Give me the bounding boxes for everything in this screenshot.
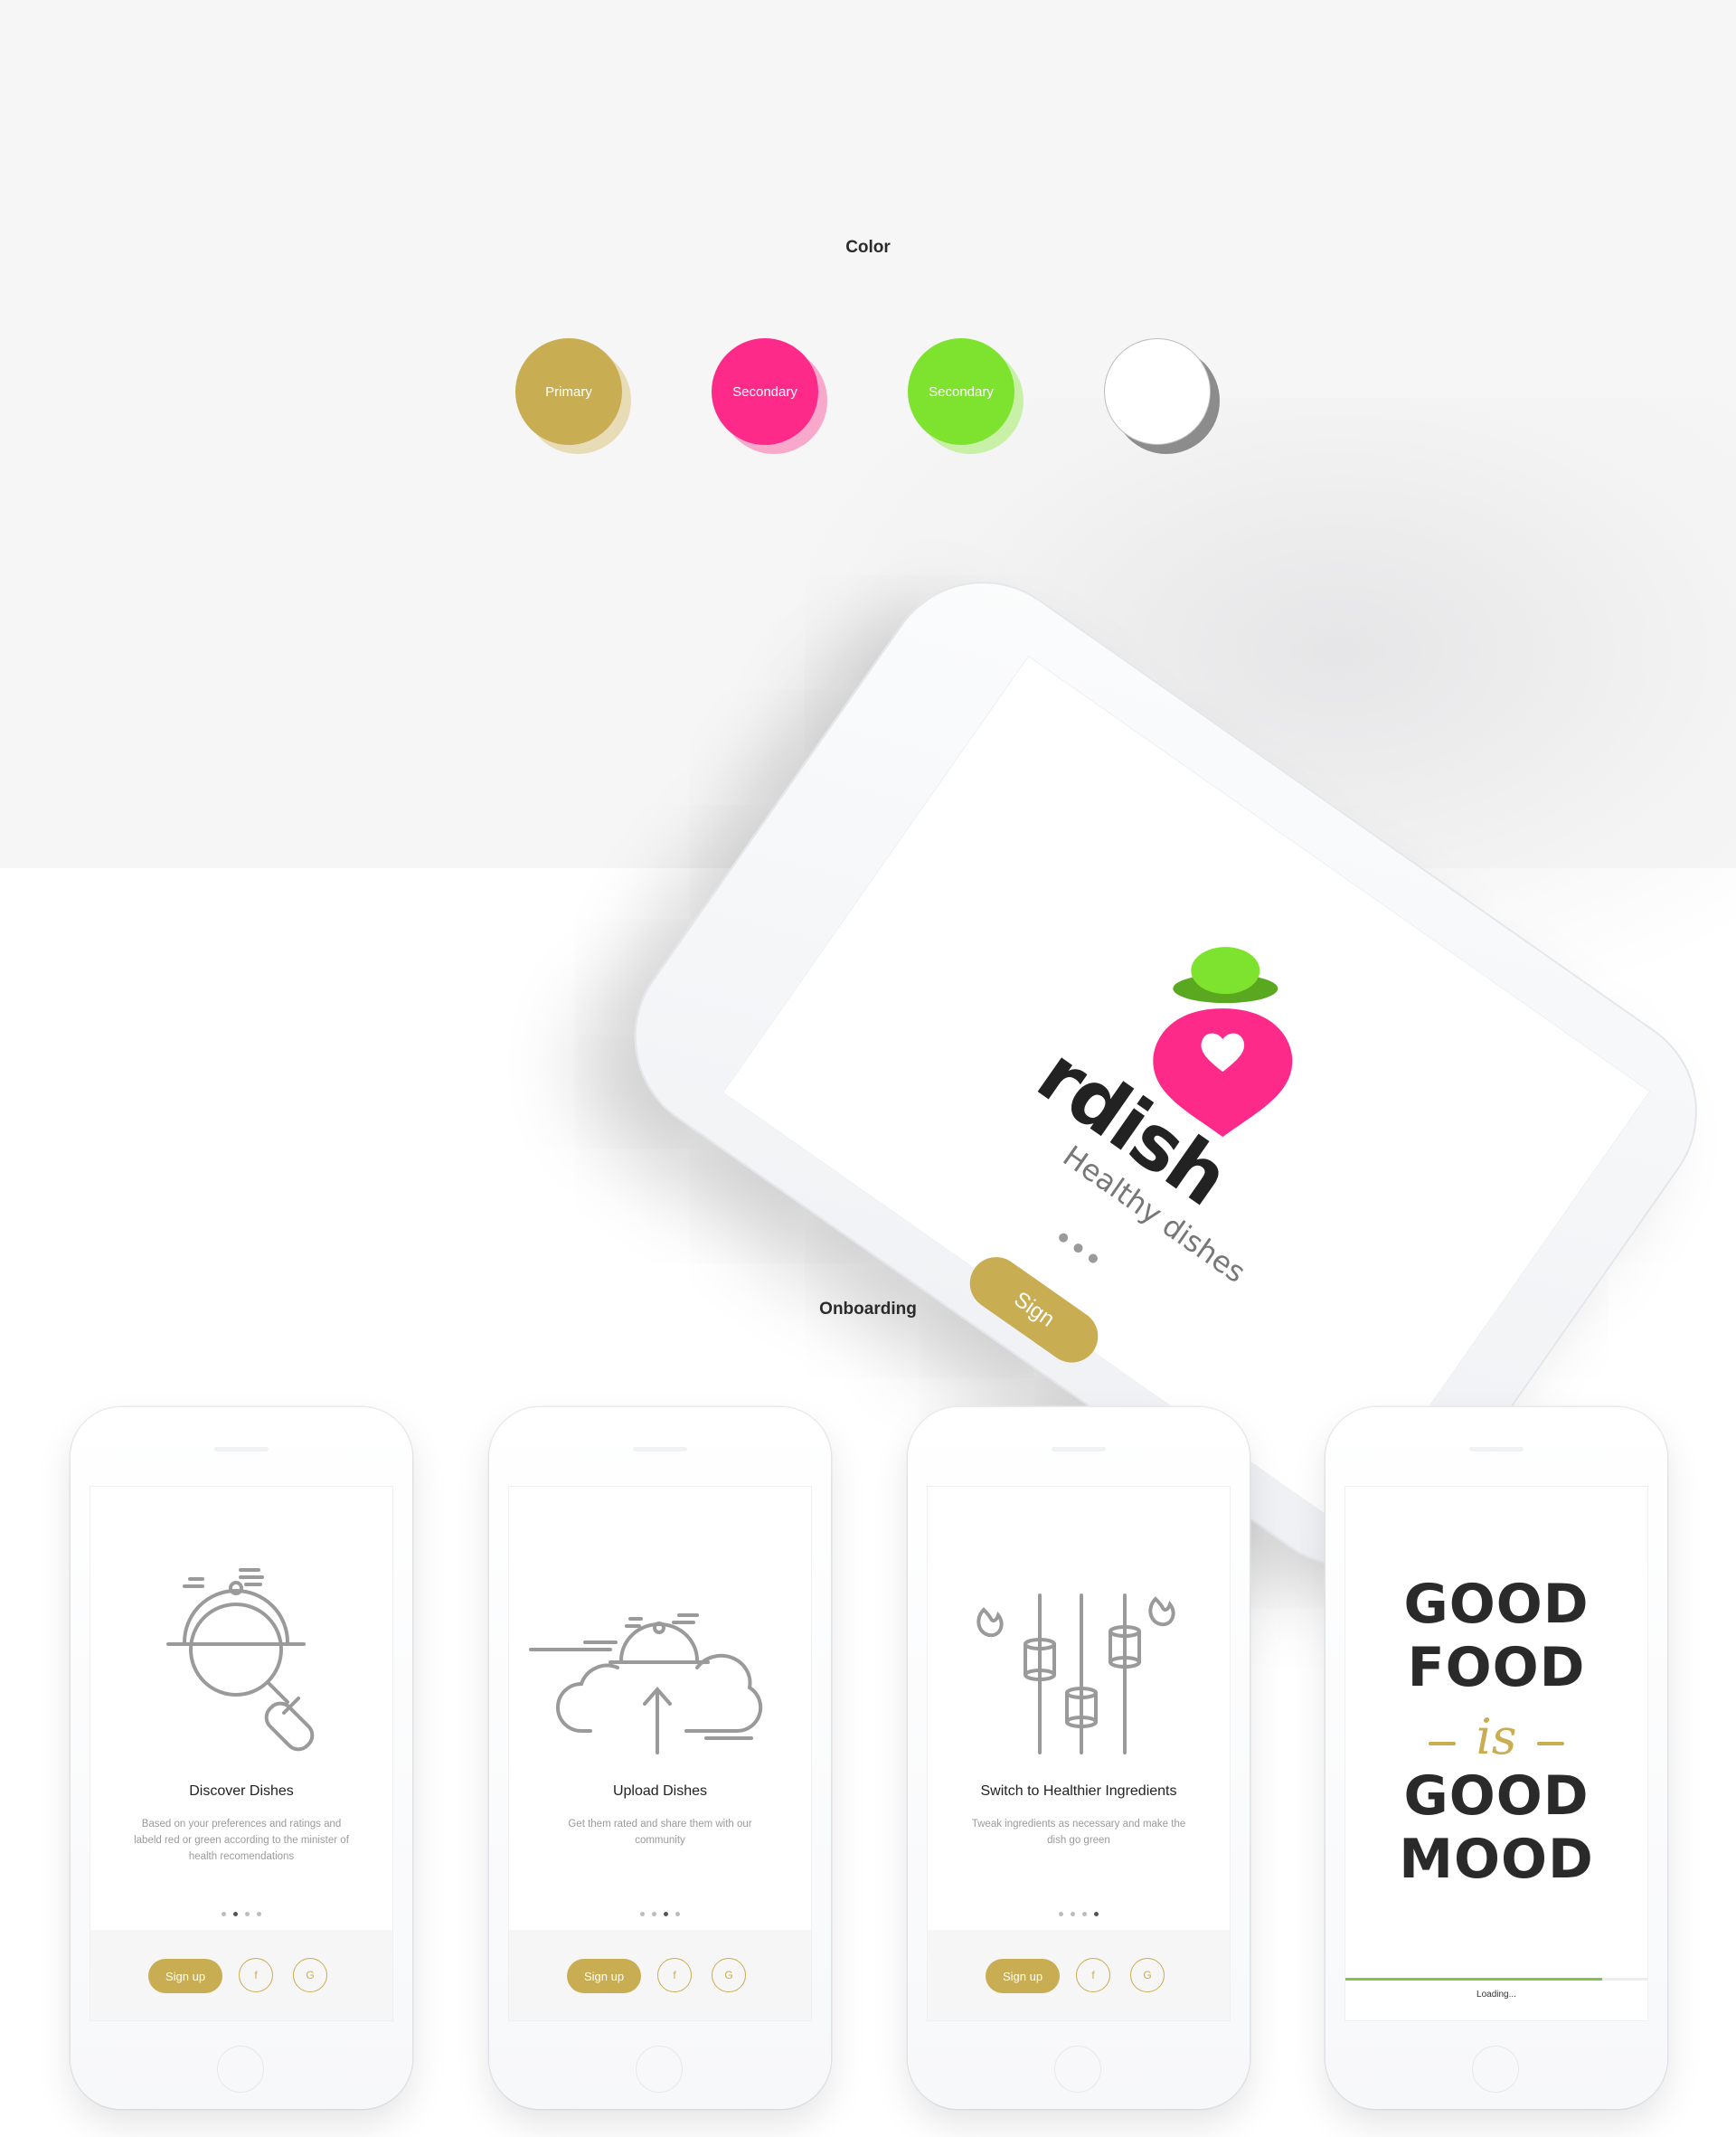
page-dots-3 xyxy=(928,1912,1230,1916)
onboarding-title-1: Discover Dishes xyxy=(189,1783,294,1799)
google-login-button[interactable]: G xyxy=(712,1958,746,1992)
loading-progress-fill xyxy=(1345,1978,1602,1981)
facebook-login-button[interactable]: f xyxy=(239,1958,273,1992)
quote-line-is: is xyxy=(1476,1708,1517,1765)
swatch-secondary-green[interactable]: Secondary xyxy=(908,338,1024,454)
swatch-primary[interactable]: Primary xyxy=(515,338,631,454)
onboarding-footer-3: Sign up f G xyxy=(928,1930,1230,2020)
onboarding-phone-2: Upload Dishes Get them rated and share t… xyxy=(489,1407,831,2109)
quote-line-mood: MOOD xyxy=(1399,1828,1594,1891)
page-dots-1 xyxy=(90,1912,392,1916)
onboarding-description-1: Based on your preferences and ratings an… xyxy=(134,1819,349,1862)
quote-dash-right xyxy=(1537,1742,1564,1745)
onboarding-screen-2: Upload Dishes Get them rated and share t… xyxy=(509,1487,811,2020)
signup-button[interactable]: Sign up xyxy=(986,1959,1060,1993)
swatch-white-label xyxy=(1104,338,1211,445)
onboarding-screen-3: Switch to Healthier Ingredients Tweak in… xyxy=(928,1487,1230,2020)
onboarding-phone-1: Discover Dishes Based on your preference… xyxy=(71,1407,412,2109)
swatch-primary-label: Primary xyxy=(515,338,622,445)
onboarding-title-2: Upload Dishes xyxy=(612,1783,708,1799)
facebook-login-button[interactable]: f xyxy=(657,1958,692,1992)
page-dots-2 xyxy=(509,1912,811,1916)
splash-page-dots xyxy=(1057,1231,1099,1265)
loading-screen: GOOD FOOD is GOOD MOOD Loading... xyxy=(1345,1487,1647,2020)
loading-progress-bar xyxy=(1345,1978,1647,1981)
color-section-title: Color xyxy=(845,238,891,257)
onboarding-footer-1: Sign up f G xyxy=(90,1930,392,2020)
quote-line-food: FOOD xyxy=(1407,1636,1586,1699)
signup-button[interactable]: Sign up xyxy=(148,1959,222,1993)
signup-button[interactable]: Sign up xyxy=(567,1959,641,1993)
onboarding-phone-3: Switch to Healthier Ingredients Tweak in… xyxy=(908,1407,1250,2109)
ingredient-sliders-icon xyxy=(976,1593,1175,1754)
loading-label: Loading... xyxy=(1477,1990,1516,2000)
home-button xyxy=(636,2046,683,2093)
home-button xyxy=(217,2046,264,2093)
quote-line-good-1: GOOD xyxy=(1403,1573,1590,1636)
quote-line-good-2: GOOD xyxy=(1403,1764,1590,1828)
onboarding-title-3: Switch to Healthier Ingredients xyxy=(980,1783,1177,1799)
onboarding-description-3: Tweak ingredients as necessary and make … xyxy=(971,1819,1186,1846)
onboarding-section-title: Onboarding xyxy=(819,1300,917,1319)
home-button xyxy=(1054,2046,1101,2093)
swatch-secondary-pink[interactable]: Secondary xyxy=(712,338,827,454)
loading-phone: GOOD FOOD is GOOD MOOD Loading... xyxy=(1326,1407,1667,2109)
color-swatches: Primary Secondary Secondary xyxy=(515,338,1221,465)
google-login-button[interactable]: G xyxy=(293,1958,327,1992)
swatch-white[interactable] xyxy=(1104,338,1220,454)
onboarding-description-2: Get them rated and share them with our c… xyxy=(568,1819,752,1846)
swatch-secondary-pink-label: Secondary xyxy=(712,338,818,445)
google-login-button[interactable]: G xyxy=(1130,1958,1165,1992)
cloche-magnifier-icon xyxy=(166,1568,315,1752)
facebook-login-button[interactable]: f xyxy=(1076,1958,1110,1992)
onboarding-screen-1: Discover Dishes Based on your preference… xyxy=(90,1487,392,2020)
onboarding-footer-2: Sign up f G xyxy=(509,1930,811,2020)
cloud-upload-cloche-icon xyxy=(529,1613,763,1754)
home-button xyxy=(1472,2046,1519,2093)
swatch-secondary-green-label: Secondary xyxy=(908,338,1014,445)
